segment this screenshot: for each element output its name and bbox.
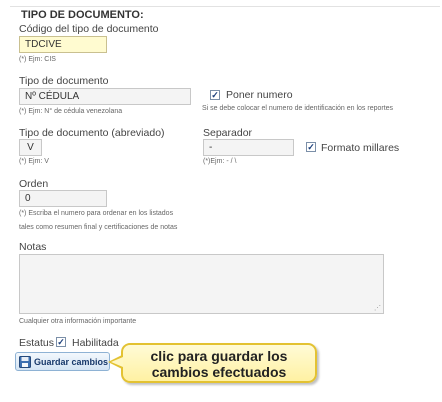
notas-hint: Cualquier otra información importante xyxy=(19,318,137,325)
save-disk-icon xyxy=(19,355,31,368)
save-button[interactable]: Guardar cambios xyxy=(15,352,110,371)
poner-numero-hint: Si se debe colocar el numero de identifi… xyxy=(202,105,394,112)
callout-line1: clic para guardar los xyxy=(150,348,288,364)
tipo-abrev-hint: (*) Ejm: V xyxy=(19,158,49,165)
tipo-input[interactable]: Nº CÉDULA xyxy=(19,88,191,105)
formato-millares-label: Formato millares xyxy=(321,142,400,154)
orden-input[interactable]: 0 xyxy=(19,190,107,207)
orden-hint-line1: (*) Escriba el numero para ordenar en lo… xyxy=(19,210,174,217)
section-title: TIPO DE DOCUMENTO: xyxy=(21,9,144,21)
estatus-label: Estatus xyxy=(19,337,55,349)
tipo-abrev-input[interactable]: V xyxy=(19,139,42,156)
save-tooltip-callout: clic para guardar los cambios efectuados xyxy=(121,343,317,383)
notas-label: Notas xyxy=(19,241,47,253)
formato-millares-checkbox[interactable]: ✓ xyxy=(306,142,316,152)
codigo-input[interactable]: TDCIVE xyxy=(19,36,107,53)
save-button-label: Guardar cambios xyxy=(34,356,109,367)
poner-numero-checkbox[interactable]: ✓ xyxy=(210,90,220,100)
tipo-label: Tipo de documento xyxy=(19,75,109,87)
codigo-label: Código del tipo de documento xyxy=(19,23,159,35)
callout-line2: cambios efectuados xyxy=(151,364,287,380)
codigo-hint: (*) Ejm: CIS xyxy=(19,56,56,63)
separador-input[interactable]: - xyxy=(203,139,294,156)
orden-label: Orden xyxy=(19,178,49,190)
poner-numero-label: Poner numero xyxy=(226,89,293,101)
habilitada-checkbox[interactable]: ✓ xyxy=(56,337,66,347)
habilitada-label: Habilitada xyxy=(72,337,119,349)
callout-tail-inner xyxy=(111,357,123,367)
separador-hint: (*)Ejm: - / \ xyxy=(203,158,237,165)
resize-grip-icon[interactable]: ⋰ xyxy=(374,304,381,312)
notas-textarea[interactable]: ⋰ xyxy=(19,254,384,314)
tipo-hint: (*) Ejm: N° de cédula venezolana xyxy=(19,108,123,115)
orden-hint-line2: tales como resumen final y certificacion… xyxy=(19,224,178,231)
separador-label: Separador xyxy=(203,127,253,139)
tipo-abrev-label: Tipo de documento (abreviado) xyxy=(19,127,165,139)
